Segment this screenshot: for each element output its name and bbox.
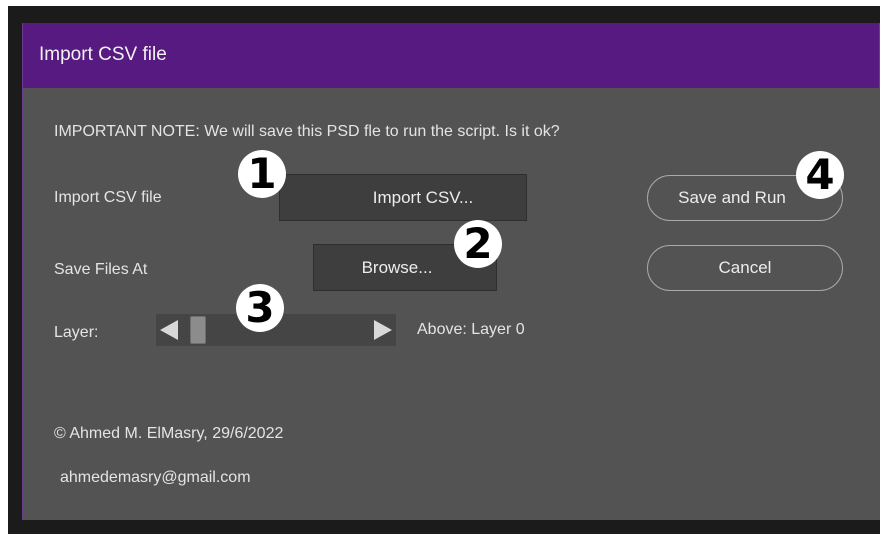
email-text: ahmedemasry@gmail.com — [60, 469, 251, 486]
step-badge-3: 3 — [236, 284, 284, 332]
step-badge-4: 4 — [796, 151, 844, 199]
copyright-text: © Ahmed M. ElMasry, 29/6/2022 — [54, 425, 284, 442]
layer-label: Layer: — [54, 324, 99, 341]
save-files-at-label: Save Files At — [54, 261, 148, 278]
important-note: IMPORTANT NOTE: We will save this PSD fl… — [54, 123, 560, 140]
dialog-title: Import CSV file — [39, 44, 167, 65]
import-csv-button[interactable]: Import CSV... — [279, 174, 527, 221]
title-bar[interactable]: Import CSV file — [23, 23, 879, 88]
triangle-left-icon[interactable] — [160, 320, 178, 340]
layer-position-text: Above: Layer 0 — [417, 321, 525, 338]
cancel-button[interactable]: Cancel — [647, 245, 843, 291]
import-csv-dialog: Import CSV file IMPORTANT NOTE: We will … — [22, 23, 880, 520]
triangle-right-icon[interactable] — [374, 320, 392, 340]
step-badge-1: 1 — [238, 150, 286, 198]
import-csv-label: Import CSV file — [54, 189, 162, 206]
slider-thumb[interactable] — [190, 316, 206, 344]
step-badge-2: 2 — [454, 220, 502, 268]
